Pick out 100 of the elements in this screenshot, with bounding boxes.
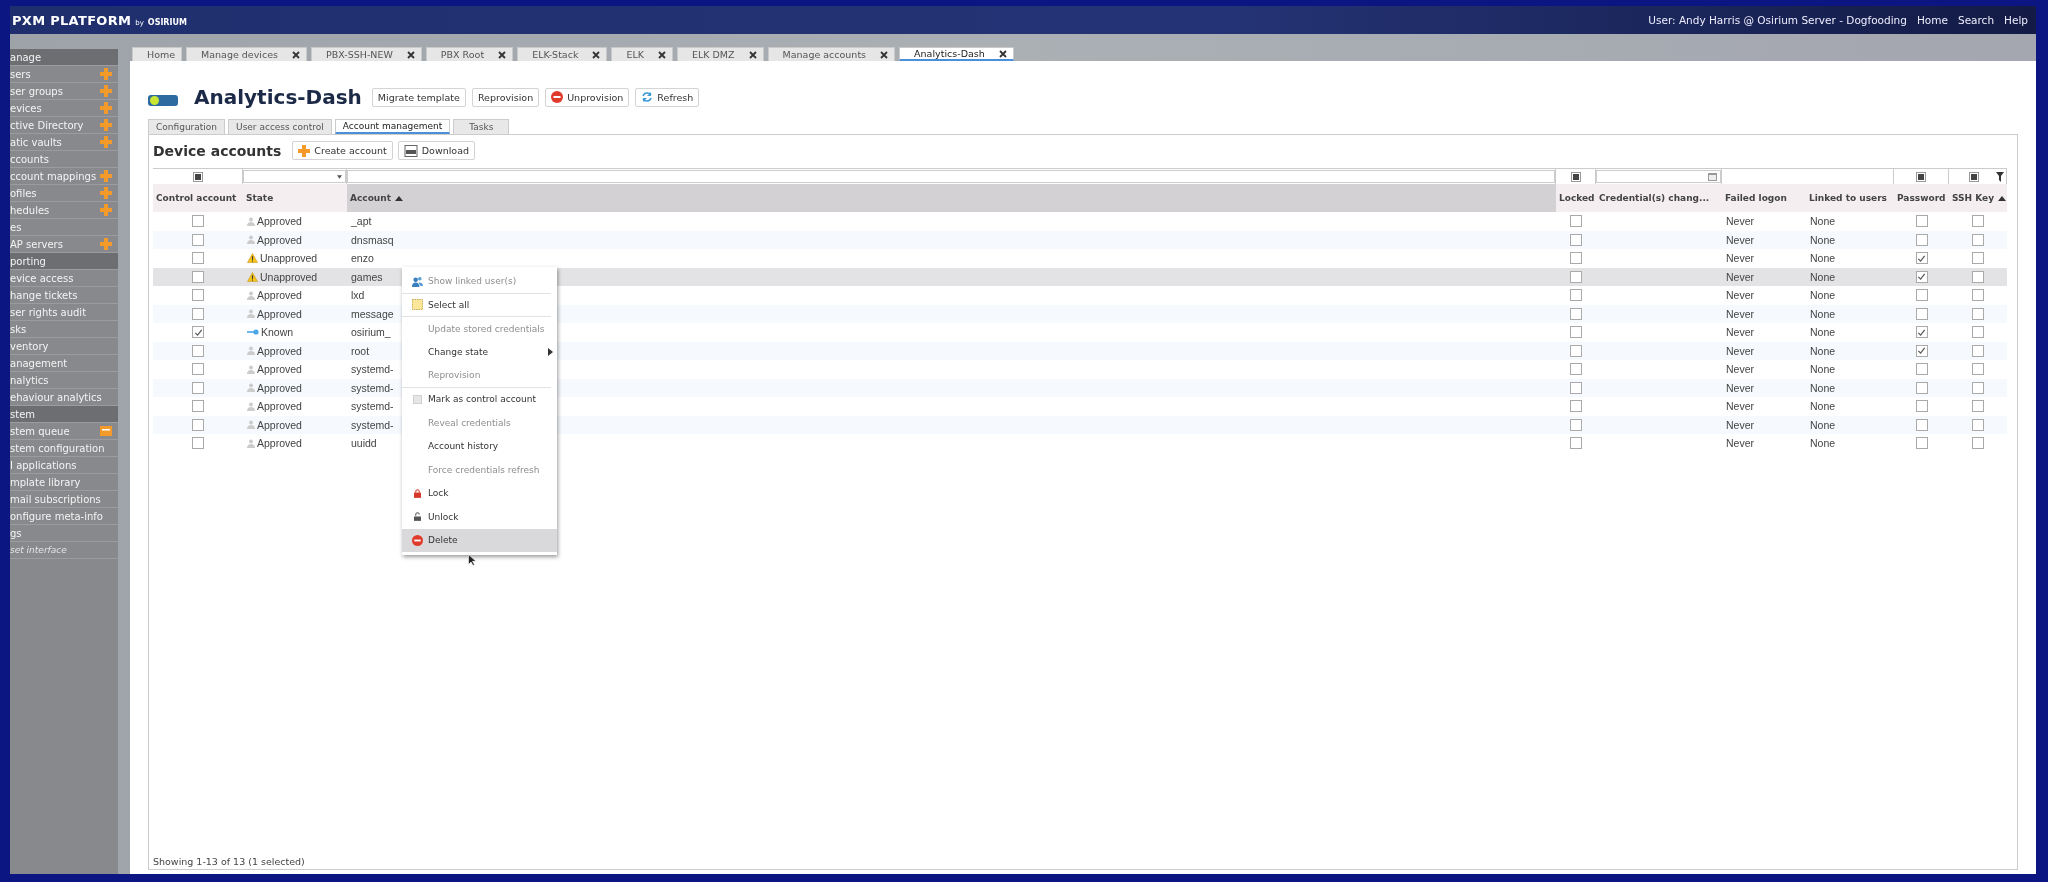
checkbox[interactable]	[192, 363, 204, 376]
checkbox[interactable]	[192, 326, 204, 339]
checkbox[interactable]	[1915, 344, 1928, 357]
checkbox[interactable]	[1570, 400, 1582, 413]
checkbox[interactable]	[1915, 437, 1928, 450]
column-header[interactable]: Password	[1894, 184, 1949, 212]
checkbox[interactable]	[1972, 307, 1984, 320]
action-button[interactable]: Create account	[292, 141, 393, 160]
checkbox[interactable]	[1972, 344, 1984, 357]
page-tab[interactable]: PBX-SSH-NEW	[311, 47, 422, 61]
menu-item[interactable]: Select all	[402, 293, 551, 317]
section-tab[interactable]: User access control	[228, 119, 332, 134]
page-tab[interactable]: Analytics-Dash	[899, 47, 1014, 61]
checkbox[interactable]	[1915, 215, 1928, 228]
checkbox[interactable]	[192, 381, 204, 394]
checkbox[interactable]	[1570, 437, 1582, 450]
checkbox[interactable]	[192, 233, 204, 246]
column-header[interactable]: Account	[347, 184, 1556, 212]
column-header[interactable]: Locked	[1556, 184, 1596, 212]
sidebar-item[interactable]: ser groups	[10, 83, 118, 100]
close-icon[interactable]	[592, 50, 601, 59]
checkbox[interactable]	[1570, 270, 1582, 283]
top-link[interactable]: Search	[1957, 14, 1995, 26]
checkbox[interactable]	[1915, 307, 1928, 320]
sidebar-item[interactable]: ser rights audit	[10, 304, 118, 321]
action-button[interactable]: Unprovision	[545, 87, 630, 107]
menu-item[interactable]: Unlock	[402, 505, 557, 529]
sidebar-item[interactable]: anagement	[10, 355, 118, 372]
sidebar-item[interactable]: stem queue	[10, 423, 118, 440]
sidebar-item[interactable]: mplate library	[10, 474, 118, 491]
column-header[interactable]: SSH Key	[1949, 184, 2007, 212]
section-tab[interactable]: Configuration	[148, 119, 226, 134]
checkbox[interactable]	[1972, 215, 1984, 228]
sidebar-item[interactable]: ventory	[10, 338, 118, 355]
menu-item[interactable]: Lock	[402, 481, 557, 505]
checkbox[interactable]	[1972, 381, 1984, 394]
checkbox[interactable]	[1915, 270, 1928, 283]
date-filter-field[interactable]	[1596, 170, 1721, 183]
top-link[interactable]: Help	[2004, 14, 2028, 26]
checkbox[interactable]	[192, 400, 204, 413]
close-icon[interactable]	[748, 50, 757, 59]
section-tab[interactable]: Account management	[334, 119, 451, 134]
checkbox[interactable]	[1570, 381, 1582, 394]
page-tab[interactable]: ELK-Stack	[517, 47, 608, 61]
page-tab[interactable]: Manage devices	[186, 47, 307, 61]
checkbox[interactable]	[192, 215, 204, 228]
sidebar-item[interactable]: stem configuration	[10, 440, 118, 457]
filter-checkbox[interactable]	[1916, 171, 1926, 182]
sidebar-section-header[interactable]: stem	[10, 406, 118, 423]
page-tab[interactable]: ELK	[611, 47, 673, 61]
sidebar-section-header[interactable]: anage	[10, 49, 118, 66]
checkbox[interactable]	[1570, 233, 1582, 246]
menu-item[interactable]: Mark as control account	[402, 387, 557, 411]
menu-item[interactable]: Delete	[402, 528, 557, 552]
sidebar-section-header[interactable]: porting	[10, 253, 118, 270]
checkbox[interactable]	[192, 437, 204, 450]
sidebar-item[interactable]: nalytics	[10, 372, 118, 389]
sidebar-item[interactable]: sks	[10, 321, 118, 338]
action-button[interactable]: Reprovision	[471, 87, 540, 107]
sidebar-item[interactable]: onfigure meta-info	[10, 508, 118, 525]
action-button[interactable]: Download	[397, 141, 475, 160]
sidebar-item[interactable]: ccounts	[10, 151, 118, 168]
checkbox[interactable]	[1972, 363, 1984, 376]
sidebar-item[interactable]: sers	[10, 66, 118, 83]
menu-item[interactable]: Account history	[402, 434, 557, 458]
checkbox[interactable]	[1915, 363, 1928, 376]
checkbox[interactable]	[1972, 418, 1984, 431]
checkbox[interactable]	[1972, 437, 1984, 450]
close-icon[interactable]	[998, 49, 1007, 58]
checkbox[interactable]	[192, 344, 204, 357]
sidebar-item[interactable]: atic vaults	[10, 134, 118, 151]
checkbox[interactable]	[1570, 252, 1582, 265]
close-icon[interactable]	[657, 50, 666, 59]
checkbox[interactable]	[1915, 418, 1928, 431]
close-icon[interactable]	[498, 50, 507, 59]
page-tab[interactable]: Home	[132, 47, 183, 61]
checkbox[interactable]	[192, 270, 204, 283]
checkbox[interactable]	[1972, 233, 1984, 246]
checkbox[interactable]	[192, 307, 204, 320]
filter-dropdown[interactable]	[243, 170, 346, 183]
checkbox[interactable]	[1570, 307, 1582, 320]
checkbox[interactable]	[1570, 418, 1582, 431]
checkbox[interactable]	[1570, 344, 1582, 357]
column-header[interactable]: Control account	[153, 184, 243, 212]
column-header[interactable]: State	[243, 184, 347, 212]
sidebar-item[interactable]: es	[10, 219, 118, 236]
sidebar-item[interactable]: evices	[10, 100, 118, 117]
page-tab[interactable]: Manage accounts	[767, 47, 896, 61]
page-tab[interactable]: ELK DMZ	[676, 47, 764, 61]
action-button[interactable]: Migrate template	[371, 87, 466, 107]
checkbox[interactable]	[1915, 326, 1928, 339]
page-tab[interactable]: PBX Root	[425, 47, 514, 61]
checkbox[interactable]	[1972, 400, 1984, 413]
action-button[interactable]: Refresh	[635, 87, 700, 107]
sidebar-item[interactable]: hange tickets	[10, 287, 118, 304]
sidebar-item[interactable]: hedules	[10, 202, 118, 219]
checkbox[interactable]	[1570, 215, 1582, 228]
filter-field[interactable]	[347, 170, 1555, 183]
sidebar-item[interactable]: ctive Directory	[10, 117, 118, 134]
sidebar-item[interactable]: ofiles	[10, 185, 118, 202]
